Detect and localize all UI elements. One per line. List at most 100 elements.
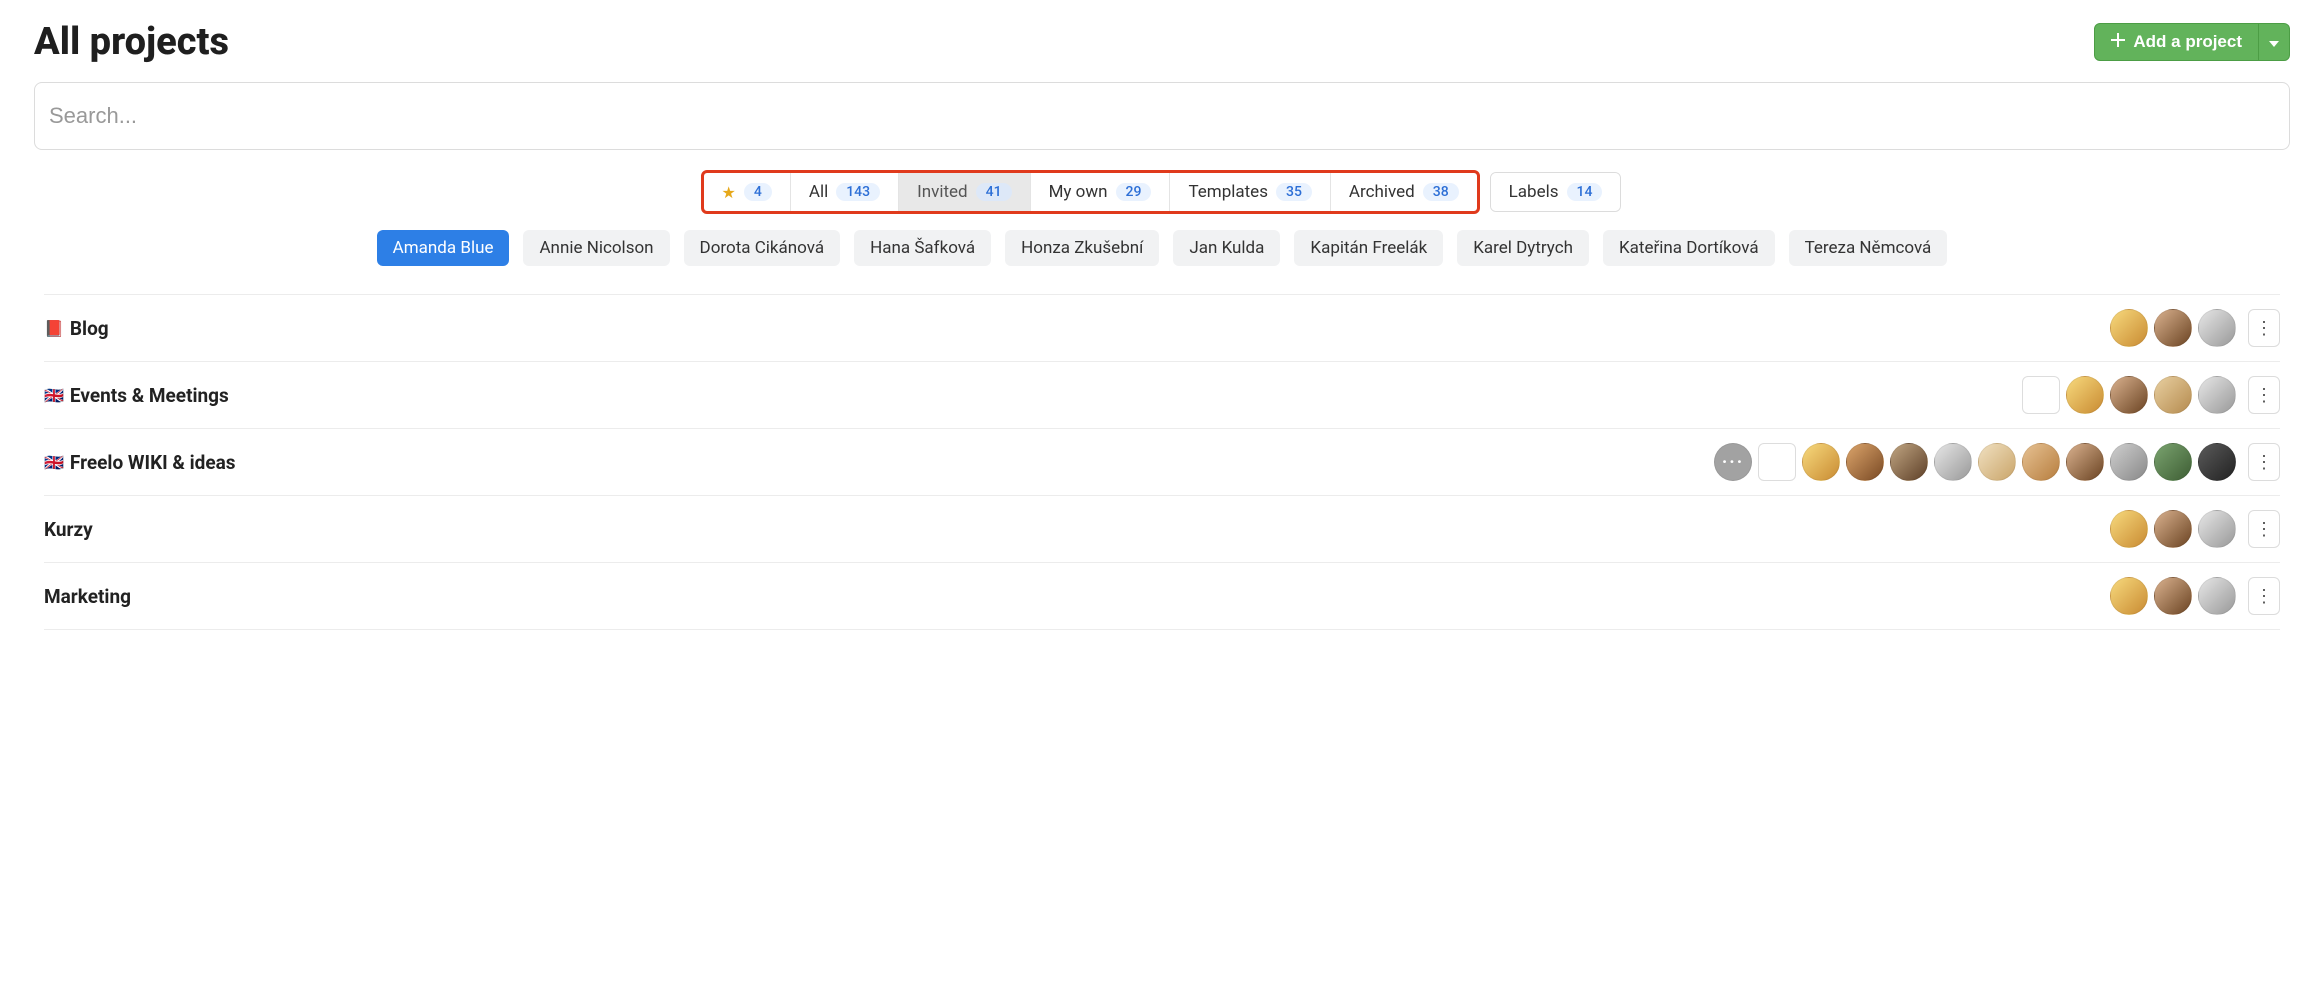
project-right: ··· ⋮ bbox=[1708, 443, 2280, 481]
search-input[interactable] bbox=[35, 83, 2289, 149]
avatar[interactable] bbox=[1978, 443, 2016, 481]
project-more-button[interactable]: ⋮ bbox=[2248, 510, 2280, 548]
project-list: 📕Blog⋮🇬🇧Events & Meetings⋮🇬🇧Freelo WIKI … bbox=[34, 294, 2290, 630]
tab-templates[interactable]: Templates 35 bbox=[1170, 173, 1330, 211]
avatar-stack bbox=[2016, 376, 2236, 414]
avatar[interactable] bbox=[2198, 577, 2236, 615]
project-name-text: Marketing bbox=[44, 585, 131, 608]
project-name[interactable]: 🇬🇧Freelo WIKI & ideas bbox=[44, 451, 236, 474]
avatar[interactable] bbox=[2110, 510, 2148, 548]
main-tab-group: ★ 4 All 143 Invited 41 My own 29 Templat… bbox=[703, 172, 1478, 212]
project-right: ⋮ bbox=[2104, 510, 2280, 548]
project-more-button[interactable]: ⋮ bbox=[2248, 309, 2280, 347]
tab-labels[interactable]: Labels 14 bbox=[1491, 173, 1621, 211]
people-filter-row: Amanda Blue Annie Nicolson Dorota Cikánová… bbox=[34, 230, 2290, 266]
person-chip[interactable]: Amanda Blue bbox=[377, 230, 510, 266]
caret-down-icon bbox=[2269, 35, 2279, 50]
tab-all[interactable]: All 143 bbox=[791, 173, 899, 211]
avatar[interactable] bbox=[1846, 443, 1884, 481]
add-project-button[interactable]: Add a project bbox=[2094, 23, 2259, 61]
project-name[interactable]: Kurzy bbox=[44, 518, 93, 541]
archived-count-badge: 38 bbox=[1423, 183, 1459, 201]
avatar[interactable] bbox=[1802, 443, 1840, 481]
avatar[interactable] bbox=[1934, 443, 1972, 481]
project-right: ⋮ bbox=[2104, 309, 2280, 347]
avatar-stack bbox=[2104, 510, 2236, 548]
project-name-text: Blog bbox=[70, 317, 109, 340]
labels-count-badge: 14 bbox=[1567, 183, 1603, 201]
dots-vertical-icon: ⋮ bbox=[2255, 385, 2273, 406]
project-name[interactable]: Marketing bbox=[44, 585, 131, 608]
person-chip[interactable]: Annie Nicolson bbox=[523, 230, 669, 266]
person-chip[interactable]: Jan Kulda bbox=[1173, 230, 1280, 266]
myown-count-badge: 29 bbox=[1116, 183, 1152, 201]
person-chip[interactable]: Honza Zkušební bbox=[1005, 230, 1159, 266]
person-chip[interactable]: Kapitán Freelák bbox=[1294, 230, 1443, 266]
avatar[interactable] bbox=[2110, 577, 2148, 615]
tab-myown[interactable]: My own 29 bbox=[1031, 173, 1171, 211]
tab-starred[interactable]: ★ 4 bbox=[704, 173, 791, 211]
person-chip[interactable]: Kateřina Dortíková bbox=[1603, 230, 1775, 266]
avatar-stack bbox=[2104, 577, 2236, 615]
avatar[interactable] bbox=[2154, 309, 2192, 347]
project-icon: 🇬🇧 bbox=[44, 386, 64, 405]
tab-invited[interactable]: Invited 41 bbox=[899, 173, 1030, 211]
avatar[interactable] bbox=[2154, 376, 2192, 414]
avatar[interactable] bbox=[2198, 510, 2236, 548]
avatar[interactable] bbox=[1758, 443, 1796, 481]
person-chip[interactable]: Hana Šafková bbox=[854, 230, 991, 266]
project-icon: 📕 bbox=[44, 319, 64, 338]
search-container bbox=[34, 82, 2290, 150]
project-name-text: Events & Meetings bbox=[70, 384, 229, 407]
project-more-button[interactable]: ⋮ bbox=[2248, 577, 2280, 615]
all-count-badge: 143 bbox=[836, 183, 880, 201]
invited-count-badge: 41 bbox=[976, 183, 1012, 201]
project-more-button[interactable]: ⋮ bbox=[2248, 376, 2280, 414]
add-project-label: Add a project bbox=[2133, 32, 2242, 52]
project-row[interactable]: 🇬🇧Freelo WIKI & ideas ··· ⋮ bbox=[44, 429, 2280, 496]
person-chip[interactable]: Karel Dytrych bbox=[1457, 230, 1589, 266]
dots-vertical-icon: ⋮ bbox=[2255, 586, 2273, 607]
avatar[interactable] bbox=[2154, 443, 2192, 481]
avatar[interactable] bbox=[2022, 443, 2060, 481]
project-name[interactable]: 🇬🇧 Events & Meetings bbox=[44, 384, 229, 407]
avatar[interactable] bbox=[2198, 376, 2236, 414]
project-more-button[interactable]: ⋮ bbox=[2248, 443, 2280, 481]
person-chip[interactable]: Dorota Cikánová bbox=[684, 230, 841, 266]
avatar[interactable] bbox=[2154, 510, 2192, 548]
avatar[interactable] bbox=[1890, 443, 1928, 481]
dots-vertical-icon: ⋮ bbox=[2255, 452, 2273, 473]
tab-myown-label: My own bbox=[1049, 182, 1108, 202]
project-row[interactable]: 🇬🇧 Events & Meetings ⋮ bbox=[44, 362, 2280, 429]
project-right: ⋮ bbox=[2016, 376, 2280, 414]
add-project-group: Add a project bbox=[2094, 23, 2290, 61]
labels-tab-group: Labels 14 bbox=[1490, 172, 1622, 212]
add-project-dropdown[interactable] bbox=[2259, 23, 2290, 61]
more-avatars-icon[interactable]: ··· bbox=[1714, 443, 1752, 481]
avatar[interactable] bbox=[2066, 376, 2104, 414]
project-right: ⋮ bbox=[2104, 577, 2280, 615]
avatar[interactable] bbox=[2198, 443, 2236, 481]
avatar[interactable] bbox=[2110, 443, 2148, 481]
project-row[interactable]: Kurzy ⋮ bbox=[44, 496, 2280, 563]
tab-archived-label: Archived bbox=[1349, 182, 1415, 202]
tab-all-label: All bbox=[809, 182, 828, 202]
project-icon: 🇬🇧 bbox=[44, 453, 64, 472]
tab-archived[interactable]: Archived 38 bbox=[1331, 173, 1477, 211]
avatar-stack: ··· bbox=[1708, 443, 2236, 481]
avatar[interactable] bbox=[2022, 376, 2060, 414]
person-chip[interactable]: Tereza Němcová bbox=[1789, 230, 1948, 266]
project-name[interactable]: 📕 Blog bbox=[44, 317, 109, 340]
project-row[interactable]: 📕 Blog ⋮ bbox=[44, 294, 2280, 362]
avatar[interactable] bbox=[2066, 443, 2104, 481]
avatar[interactable] bbox=[2110, 376, 2148, 414]
project-row[interactable]: Marketing ⋮ bbox=[44, 563, 2280, 630]
dots-vertical-icon: ⋮ bbox=[2255, 318, 2273, 339]
tab-labels-label: Labels bbox=[1509, 182, 1559, 202]
avatar[interactable] bbox=[2154, 577, 2192, 615]
page-title: All projects bbox=[34, 20, 229, 64]
tab-invited-label: Invited bbox=[917, 182, 968, 202]
plus-icon bbox=[2111, 32, 2125, 52]
avatar[interactable] bbox=[2198, 309, 2236, 347]
avatar[interactable] bbox=[2110, 309, 2148, 347]
